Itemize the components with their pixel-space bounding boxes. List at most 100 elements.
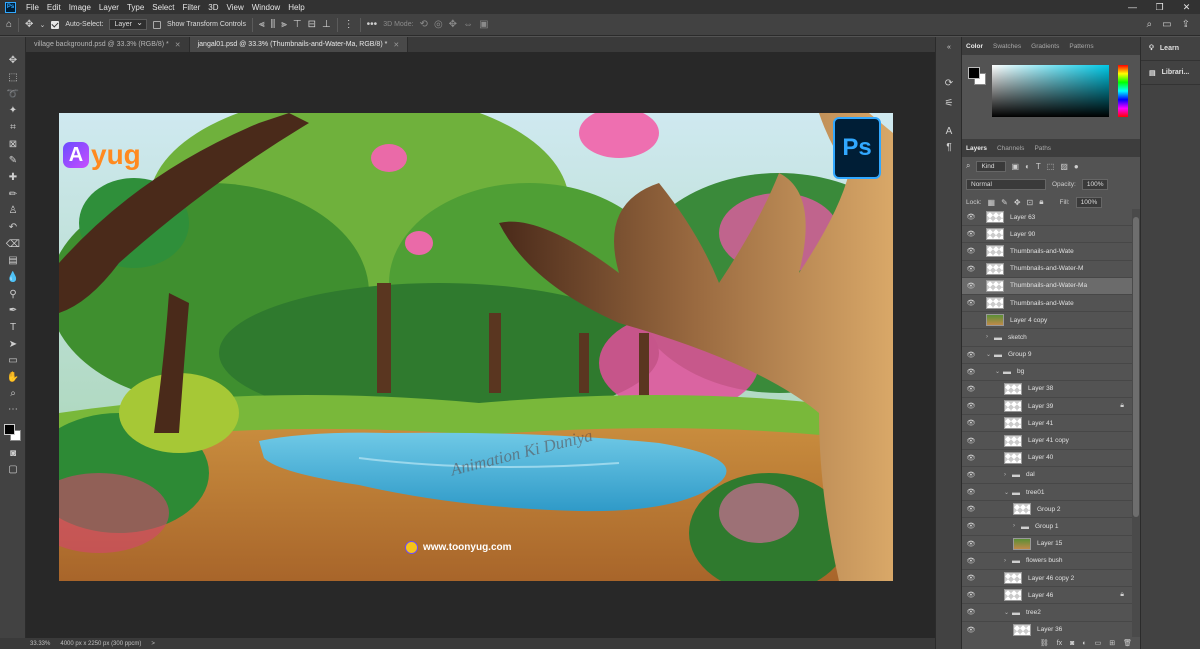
pen-tool-icon[interactable]: ✒ xyxy=(4,304,22,318)
adjustments-panel-icon[interactable]: ⚟ xyxy=(942,97,956,111)
visibility-eye-icon[interactable]: 👁︎ xyxy=(962,368,980,376)
lock-position-icon[interactable]: ✥ xyxy=(1014,198,1021,207)
menu-edit[interactable]: Edit xyxy=(43,3,65,12)
tab-jangal01[interactable]: jangal01.psd @ 33.3% (Thumbnails-and-Wat… xyxy=(189,37,409,52)
layer-row[interactable]: 👁︎ Layer 15 xyxy=(962,536,1132,553)
frame-tool-icon[interactable]: ⊠ xyxy=(4,138,22,152)
visibility-eye-icon[interactable]: 👁︎ xyxy=(962,454,980,462)
align-right-icon[interactable]: ⫸ xyxy=(281,19,287,30)
home-icon[interactable]: ⌂ xyxy=(6,19,12,30)
expand-caret-icon[interactable]: ⌄ xyxy=(1004,489,1012,496)
3d-scale-icon[interactable]: ▣ xyxy=(479,19,488,30)
filter-kind-dropdown[interactable]: Kind xyxy=(976,160,1006,172)
visibility-eye-icon[interactable]: 👁︎ xyxy=(962,591,980,599)
learn-panel-button[interactable]: 💡︎ Learn xyxy=(1141,37,1200,61)
layer-row[interactable]: 👁︎ Layer 90 xyxy=(962,226,1132,244)
menu-filter[interactable]: Filter xyxy=(179,3,205,12)
show-transform-checkbox[interactable] xyxy=(152,20,161,29)
visibility-eye-icon[interactable]: 👁︎ xyxy=(962,505,980,513)
expand-caret-icon[interactable]: › xyxy=(1013,523,1021,529)
photoshop-logo-icon[interactable]: Ps xyxy=(5,1,16,13)
layer-row[interactable]: 👁︎ Layer 41 copy xyxy=(962,432,1132,450)
visibility-eye-icon[interactable]: 👁︎ xyxy=(962,230,980,238)
visibility-eye-icon[interactable]: 👁︎ xyxy=(962,574,980,582)
layer-row[interactable]: 👁︎ ⌄ ▬ tree01 xyxy=(962,484,1132,502)
collapse-panels-icon[interactable]: « xyxy=(942,41,956,55)
filter-smart-object-icon[interactable]: ▨ xyxy=(1060,162,1068,171)
lasso-tool-icon[interactable]: ➰ xyxy=(4,88,22,102)
visibility-eye-icon[interactable]: 👁︎ xyxy=(962,402,980,410)
align-left-icon[interactable]: ⫷ xyxy=(259,19,265,30)
close-icon[interactable]: ✕ xyxy=(175,41,181,49)
tab-patterns[interactable]: Patterns xyxy=(1069,43,1093,50)
filter-type-icon[interactable]: T xyxy=(1036,162,1041,171)
lock-artboard-icon[interactable]: ⊡ xyxy=(1027,198,1034,207)
status-menu-arrow[interactable]: > xyxy=(151,641,155,647)
layer-row[interactable]: 👁︎ Thumbnails-and-Wate xyxy=(962,243,1132,261)
type-tool-icon[interactable]: T xyxy=(4,321,22,335)
delete-layer-icon[interactable]: 🗑︎ xyxy=(1123,639,1132,647)
minimize-button[interactable]: — xyxy=(1119,2,1146,13)
expand-caret-icon[interactable]: ⌄ xyxy=(986,351,994,358)
paragraph-panel-icon[interactable]: ¶ xyxy=(942,141,956,155)
visibility-eye-icon[interactable]: 👁︎ xyxy=(962,557,980,565)
layer-row[interactable]: 👁︎ Thumbnails-and-Water-Ma xyxy=(962,277,1132,295)
tab-paths[interactable]: Paths xyxy=(1034,145,1051,152)
layer-row[interactable]: 👁︎ ⌄ ▬ tree2 xyxy=(962,604,1132,622)
visibility-eye-icon[interactable]: 👁︎ xyxy=(962,351,980,359)
screen-mode-icon[interactable]: ▢ xyxy=(4,463,22,477)
expand-caret-icon[interactable]: › xyxy=(1004,472,1012,478)
layer-row[interactable]: 👁︎ Layer 41 xyxy=(962,415,1132,433)
3d-pan-icon[interactable]: ✥ xyxy=(449,19,457,30)
auto-select-checkbox[interactable] xyxy=(51,20,60,29)
rectangle-tool-icon[interactable]: ▭ xyxy=(4,354,22,368)
3d-roll-icon[interactable]: ◎ xyxy=(434,19,443,30)
menu-select[interactable]: Select xyxy=(148,3,178,12)
blur-tool-icon[interactable]: 💧 xyxy=(4,271,22,285)
filter-shape-icon[interactable]: ⬚ xyxy=(1047,162,1055,171)
layer-row[interactable]: 👁︎ Thumbnails-and-Wate xyxy=(962,295,1132,313)
layer-row[interactable]: 👁︎ Layer 46 copy 2 xyxy=(962,570,1132,588)
menu-layer[interactable]: Layer xyxy=(95,3,123,12)
tab-color[interactable]: Color xyxy=(966,43,983,50)
tab-village-background[interactable]: village background.psd @ 33.3% (RGB/8) *… xyxy=(26,37,190,52)
workspace-icon[interactable]: ▭ xyxy=(1162,19,1171,30)
visibility-eye-icon[interactable]: 👁︎ xyxy=(962,213,980,221)
visibility-eye-icon[interactable]: 👁︎ xyxy=(962,437,980,445)
visibility-eye-icon[interactable]: 👁︎ xyxy=(962,385,980,393)
layer-row[interactable]: 👁︎ › ▬ Group 1 xyxy=(962,518,1132,536)
layer-scrollbar[interactable] xyxy=(1132,209,1140,637)
new-layer-icon[interactable]: ⊞ xyxy=(1109,639,1115,647)
visibility-eye-icon[interactable]: 👁︎ xyxy=(962,299,980,307)
tab-swatches[interactable]: Swatches xyxy=(993,43,1021,50)
search-icon[interactable]: ⌕ xyxy=(1147,19,1153,30)
filter-adjustment-icon[interactable]: ◐ xyxy=(1025,162,1030,171)
tab-gradients[interactable]: Gradients xyxy=(1031,43,1059,50)
layer-row[interactable]: 👁︎ Group 2 xyxy=(962,501,1132,519)
libraries-panel-button[interactable]: ▤ Librari... xyxy=(1141,61,1200,85)
menu-file[interactable]: File xyxy=(22,3,43,12)
expand-caret-icon[interactable]: ⌄ xyxy=(995,368,1003,375)
expand-caret-icon[interactable]: › xyxy=(986,334,994,340)
gradient-tool-icon[interactable]: ▤ xyxy=(4,254,22,268)
layer-row[interactable]: 👁︎ Layer 46 🔒︎ xyxy=(962,587,1132,605)
move-tool-icon[interactable]: ✥ xyxy=(25,19,33,30)
restore-button[interactable]: ❐ xyxy=(1146,2,1173,13)
eyedropper-tool-icon[interactable]: ✎ xyxy=(4,154,22,168)
align-middle-icon[interactable]: ⊟ xyxy=(308,19,316,30)
distribute-icon[interactable]: ⋮ xyxy=(344,19,354,30)
layer-row[interactable]: 👁︎ ⌄ ▬ bg xyxy=(962,364,1132,381)
close-window-button[interactable]: ✕ xyxy=(1173,2,1200,13)
path-selection-tool-icon[interactable]: ➤ xyxy=(4,338,22,352)
close-icon[interactable]: ✕ xyxy=(393,41,399,49)
canvas-area[interactable]: A yug Ps Animation Ki Duniya www.toonyug… xyxy=(26,52,935,638)
foreground-color-swatch[interactable] xyxy=(4,424,15,435)
lock-all-icon[interactable]: 🔒︎ xyxy=(1039,197,1043,207)
menu-image[interactable]: Image xyxy=(65,3,95,12)
visibility-eye-icon[interactable]: 👁︎ xyxy=(962,316,980,324)
brush-tool-icon[interactable]: ✏ xyxy=(4,188,22,202)
scrollbar-thumb[interactable] xyxy=(1133,217,1139,517)
3d-orbit-icon[interactable]: ⟲ xyxy=(420,19,428,30)
menu-window[interactable]: Window xyxy=(248,3,284,12)
share-icon[interactable]: ⇪ xyxy=(1182,19,1190,30)
